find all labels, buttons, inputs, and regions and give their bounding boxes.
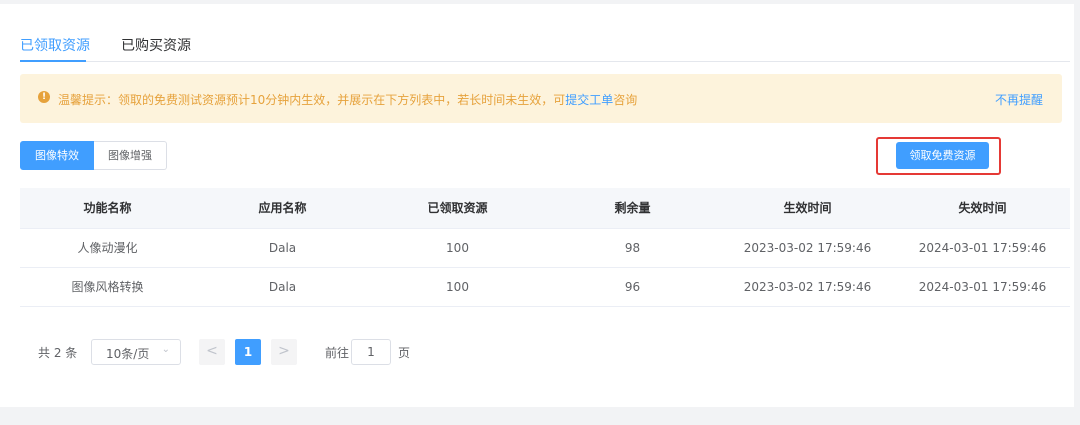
table-cell: 100 xyxy=(370,228,545,268)
page-size-select[interactable]: 10条/页 ⌄ xyxy=(91,339,181,365)
table-cell: Dala xyxy=(195,228,370,268)
table-row: 图像风格转换 Dala 100 96 2023-03-02 17:59:46 2… xyxy=(20,267,1070,307)
dismiss-alert-link[interactable]: 不再提醒 xyxy=(995,91,1043,108)
table-cell: 2023-03-02 17:59:46 xyxy=(720,267,895,307)
claim-free-resource-button[interactable]: 领取免费资源 xyxy=(896,142,989,169)
column-header: 已领取资源 xyxy=(370,188,545,229)
total-count: 共 2 条 xyxy=(38,346,78,360)
table-cell: 2024-03-01 17:59:46 xyxy=(895,228,1070,268)
active-tab-indicator xyxy=(20,60,86,62)
table-cell: 2024-03-01 17:59:46 xyxy=(895,267,1070,307)
tab-claimed-resources[interactable]: 已领取资源 xyxy=(20,35,90,55)
table-row: 人像动漫化 Dala 100 98 2023-03-02 17:59:46 20… xyxy=(20,228,1070,268)
table-cell: Dala xyxy=(195,267,370,307)
table-cell: 图像风格转换 xyxy=(20,267,195,307)
page-size-value: 10条/页 xyxy=(106,347,150,361)
table-cell: 98 xyxy=(545,228,720,268)
prev-page-button[interactable]: < xyxy=(199,339,225,365)
tab-bar: 已领取资源 已购买资源 xyxy=(20,32,1070,62)
alert-message: 温馨提示：领取的免费测试资源预计10分钟内生效，并展示在下方列表中，若长时间未生… xyxy=(58,91,637,108)
alert-suffix: 咨询 xyxy=(613,93,638,107)
page-number-button[interactable]: 1 xyxy=(235,339,261,365)
column-header: 剩余量 xyxy=(545,188,720,229)
column-header: 生效时间 xyxy=(720,188,895,229)
segment-image-effects[interactable]: 图像特效 xyxy=(20,141,94,170)
column-header: 应用名称 xyxy=(195,188,370,229)
chevron-down-icon: ⌄ xyxy=(161,344,170,355)
resource-table: 功能名称 应用名称 已领取资源 剩余量 生效时间 失效时间 人像动漫化 Dala… xyxy=(20,188,1070,307)
page-suffix-label: 页 xyxy=(398,346,411,360)
next-page-button[interactable]: > xyxy=(271,339,297,365)
goto-label: 前往 xyxy=(325,346,350,360)
resource-card: 已领取资源 已购买资源 ! 温馨提示：领取的免费测试资源预计10分钟内生效，并展… xyxy=(0,4,1074,407)
category-switch: 图像特效 图像增强 xyxy=(20,141,167,170)
segment-image-enhance[interactable]: 图像增强 xyxy=(94,141,167,170)
warning-icon: ! xyxy=(38,91,50,103)
table-cell: 96 xyxy=(545,267,720,307)
table-cell: 2023-03-02 17:59:46 xyxy=(720,228,895,268)
column-header: 失效时间 xyxy=(895,188,1070,229)
table-cell: 人像动漫化 xyxy=(20,228,195,268)
table-cell: 100 xyxy=(370,267,545,307)
goto-page-input[interactable]: 1 xyxy=(351,339,391,365)
tab-purchased-resources[interactable]: 已购买资源 xyxy=(121,35,191,55)
table-header-row: 功能名称 应用名称 已领取资源 剩余量 生效时间 失效时间 xyxy=(20,188,1070,229)
tip-alert: ! 温馨提示：领取的免费测试资源预计10分钟内生效，并展示在下方列表中，若长时间… xyxy=(20,74,1062,123)
column-header: 功能名称 xyxy=(20,188,195,229)
alert-prefix: 温馨提示：领取的免费测试资源预计10分钟内生效，并展示在下方列表中，若长时间未生… xyxy=(58,93,566,107)
submit-ticket-link[interactable]: 提交工单 xyxy=(565,93,613,107)
